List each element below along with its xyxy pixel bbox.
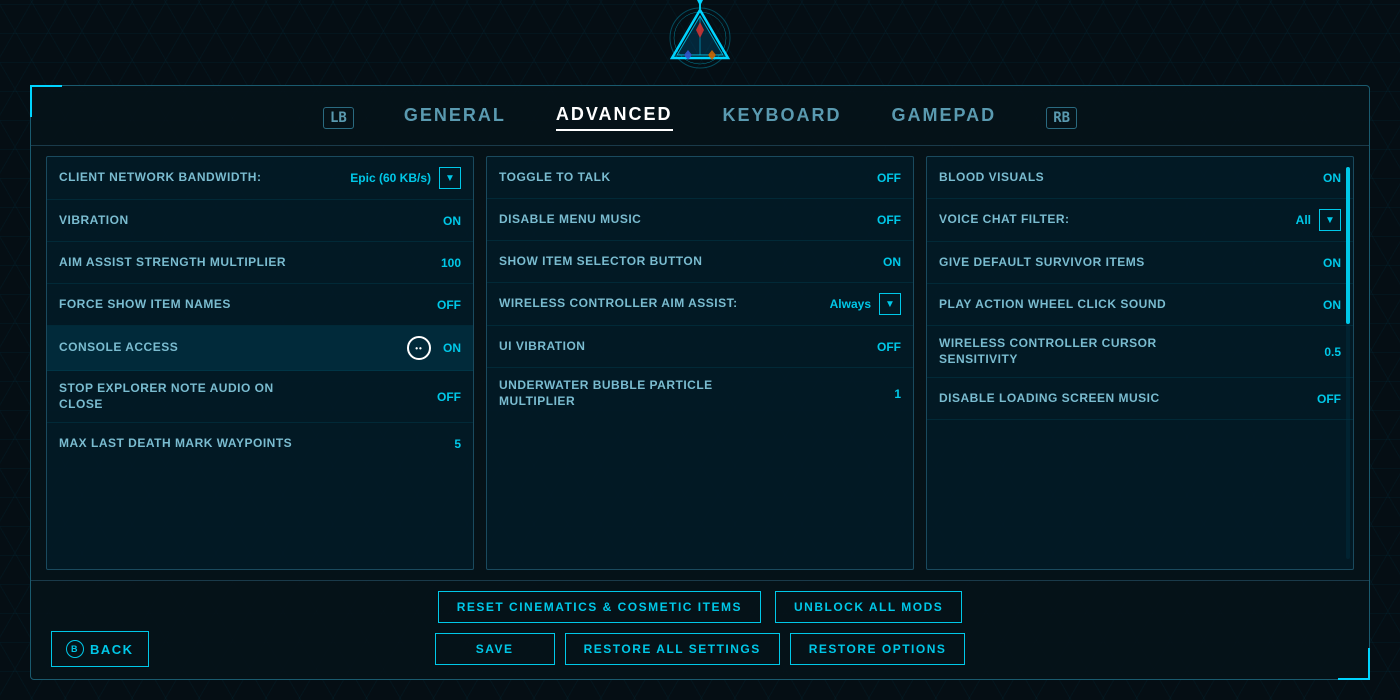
voice-chat-dropdown[interactable]: ▼ bbox=[1319, 209, 1341, 231]
setting-max-death-mark[interactable]: Max Last Death Mark Waypoints 5 bbox=[47, 423, 473, 465]
setting-give-default-survivor[interactable]: Give Default Survivor Items ON bbox=[927, 242, 1353, 284]
back-button[interactable]: B BACK bbox=[51, 631, 149, 667]
setting-ui-vibration[interactable]: UI Vibration OFF bbox=[487, 326, 913, 368]
setting-stop-explorer-audio[interactable]: Stop Explorer Note Audio On Close OFF bbox=[47, 371, 473, 423]
tab-nav-right[interactable]: RB bbox=[1046, 107, 1077, 129]
save-button[interactable]: SAVE bbox=[435, 633, 555, 665]
scrollbar-track[interactable] bbox=[1346, 167, 1350, 559]
right-settings-col: Blood Visuals ON Voice Chat Filter: All … bbox=[926, 156, 1354, 570]
console-icon bbox=[407, 336, 431, 360]
bottom-row2: B BACK SAVE RESTORE ALL SETTINGS RESTORE… bbox=[51, 633, 1349, 665]
tabs-row: LB GENERAL ADVANCED KEYBOARD GAMEPAD RB bbox=[31, 86, 1369, 146]
setting-underwater-bubble[interactable]: Underwater Bubble Particle Multiplier 1 bbox=[487, 368, 913, 419]
unblock-mods-button[interactable]: UNBLOCK ALL MODS bbox=[775, 591, 962, 623]
setting-blood-visuals[interactable]: Blood Visuals ON bbox=[927, 157, 1353, 199]
tab-general[interactable]: GENERAL bbox=[404, 105, 506, 130]
setting-console-access[interactable]: Console Access ON bbox=[47, 326, 473, 371]
setting-wireless-aim-assist[interactable]: Wireless Controller Aim Assist: Always ▼ bbox=[487, 283, 913, 326]
setting-toggle-to-talk[interactable]: Toggle To Talk OFF bbox=[487, 157, 913, 199]
logo bbox=[650, 0, 750, 85]
setting-disable-menu-music[interactable]: Disable Menu Music OFF bbox=[487, 199, 913, 241]
setting-voice-chat-filter[interactable]: Voice Chat Filter: All ▼ bbox=[927, 199, 1353, 242]
bottom-area: RESET CINEMATICS & COSMETIC ITEMS UNBLOC… bbox=[31, 580, 1369, 679]
content-area: Client Network Bandwidth: Epic (60 KB/s)… bbox=[31, 146, 1369, 580]
scrollbar-thumb[interactable] bbox=[1346, 167, 1350, 324]
wireless-aim-dropdown[interactable]: ▼ bbox=[879, 293, 901, 315]
setting-client-network[interactable]: Client Network Bandwidth: Epic (60 KB/s)… bbox=[47, 157, 473, 200]
main-panel: LB GENERAL ADVANCED KEYBOARD GAMEPAD RB … bbox=[30, 85, 1370, 680]
tab-gamepad[interactable]: GAMEPAD bbox=[892, 105, 997, 130]
middle-settings-col: Toggle To Talk OFF Disable Menu Music OF… bbox=[486, 156, 914, 570]
reset-cinematics-button[interactable]: RESET CINEMATICS & COSMETIC ITEMS bbox=[438, 591, 761, 623]
setting-vibration[interactable]: Vibration ON bbox=[47, 200, 473, 242]
setting-aim-assist[interactable]: Aim Assist Strength Multiplier 100 bbox=[47, 242, 473, 284]
setting-show-item-selector[interactable]: Show Item Selector Button ON bbox=[487, 241, 913, 283]
back-btn-icon: B bbox=[66, 640, 84, 658]
tab-advanced[interactable]: ADVANCED bbox=[556, 104, 673, 131]
setting-force-show-item-names[interactable]: Force Show Item Names OFF bbox=[47, 284, 473, 326]
bottom-row1: RESET CINEMATICS & COSMETIC ITEMS UNBLOC… bbox=[51, 591, 1349, 623]
setting-action-wheel-click[interactable]: Play Action Wheel Click Sound ON bbox=[927, 284, 1353, 326]
setting-disable-loading-music[interactable]: Disable Loading Screen Music OFF bbox=[927, 378, 1353, 420]
tab-keyboard[interactable]: KEYBOARD bbox=[723, 105, 842, 130]
tab-nav-left[interactable]: LB bbox=[323, 107, 354, 129]
left-settings-col: Client Network Bandwidth: Epic (60 KB/s)… bbox=[46, 156, 474, 570]
setting-cursor-sensitivity[interactable]: Wireless Controller Cursor Sensitivity 0… bbox=[927, 326, 1353, 378]
client-network-dropdown[interactable]: ▼ bbox=[439, 167, 461, 189]
restore-options-button[interactable]: RESTORE OPTIONS bbox=[790, 633, 966, 665]
restore-all-settings-button[interactable]: RESTORE ALL SETTINGS bbox=[565, 633, 780, 665]
